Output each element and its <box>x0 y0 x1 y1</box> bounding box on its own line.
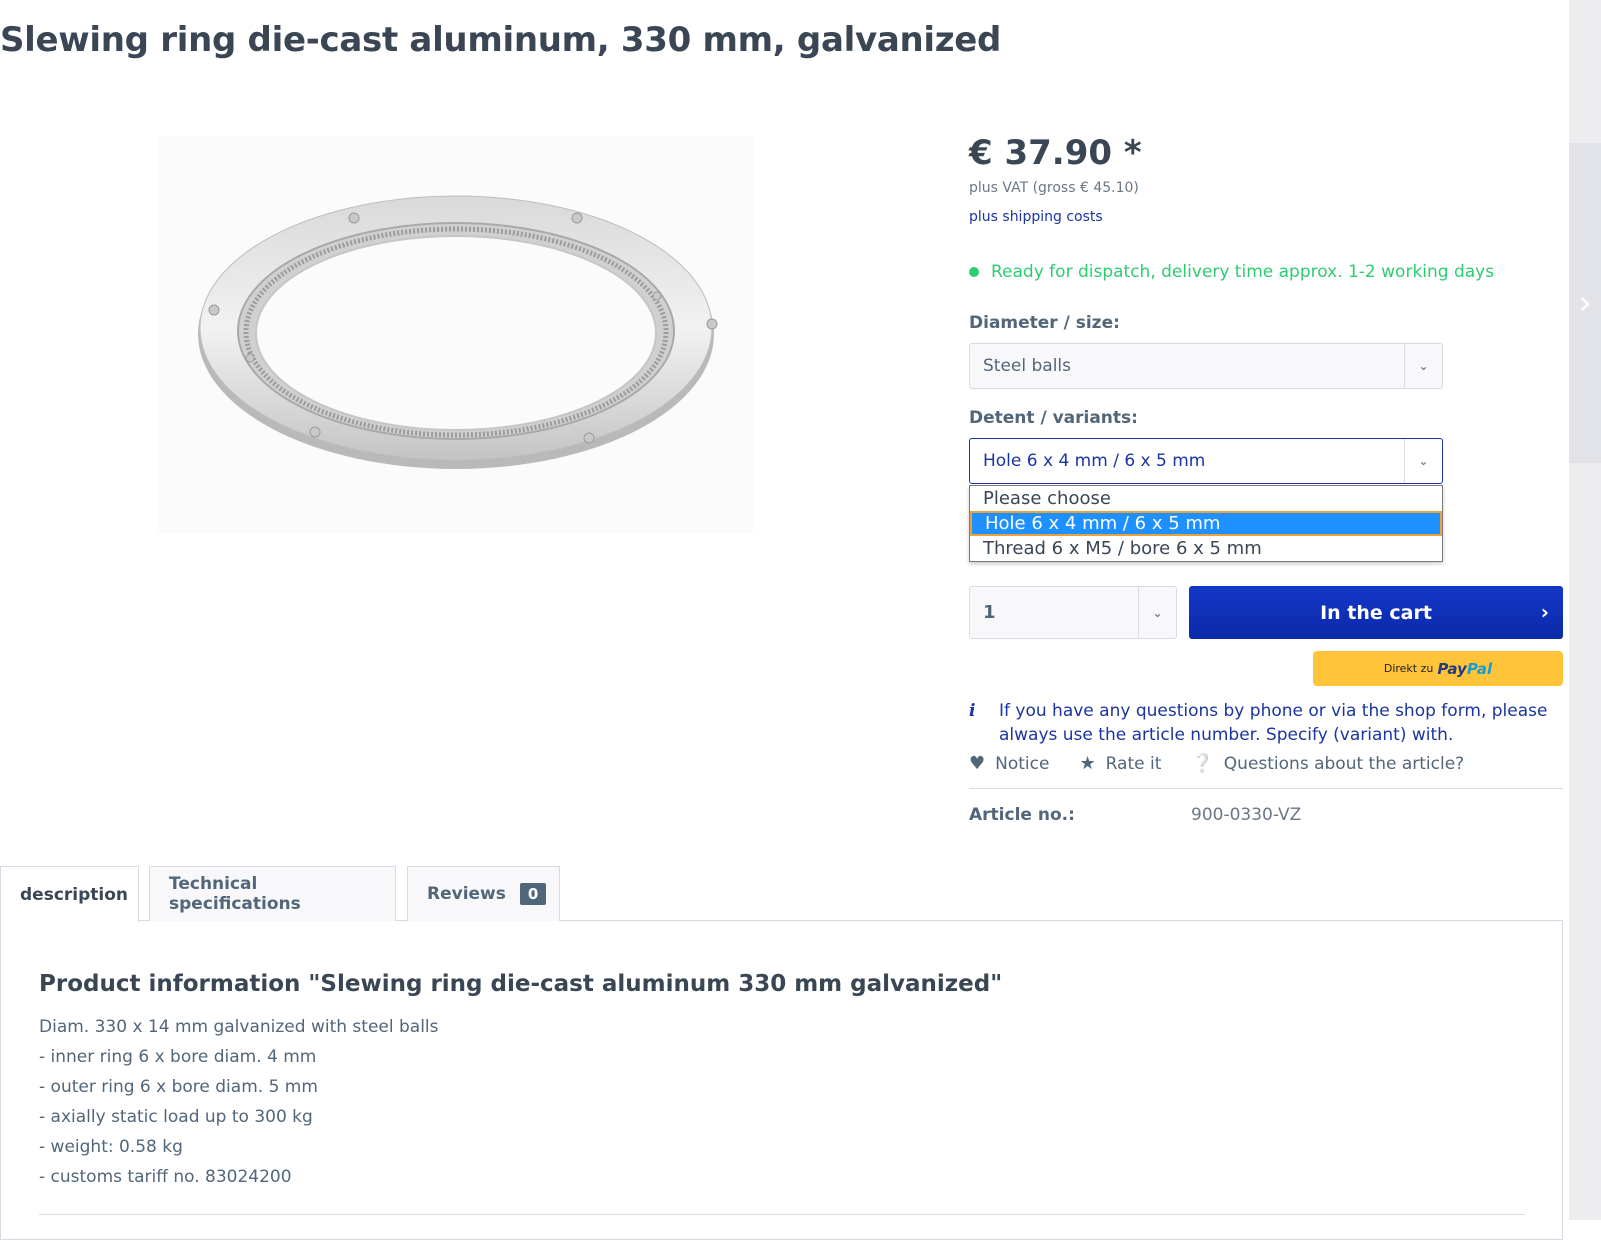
description-line: - weight: 0.58 kg <box>39 1137 183 1157</box>
paypal-logo-part: Pal <box>1466 659 1493 678</box>
rate-link[interactable]: ★ Rate it <box>1079 753 1161 774</box>
tab-label: Reviews <box>427 884 506 904</box>
info-icon: i <box>969 701 976 721</box>
description-heading: Product information "Slewing ring die-ca… <box>39 971 1003 997</box>
detent-label: Detent / variants: <box>969 408 1138 428</box>
next-product-button[interactable]: › <box>1569 143 1601 463</box>
questions-label: Questions about the article? <box>1223 753 1465 774</box>
article-number-info: i If you have any questions by phone or … <box>969 699 1549 747</box>
add-to-cart-label: In the cart <box>1320 601 1432 624</box>
availability-status: Ready for dispatch, delivery time approx… <box>969 262 1494 282</box>
diameter-select-value: Steel balls <box>983 356 1072 376</box>
description-line: - axially static load up to 300 kg <box>39 1107 313 1127</box>
tab-label: description <box>20 884 129 905</box>
tab-description[interactable]: description <box>0 866 139 922</box>
description-line: - outer ring 6 x bore diam. 5 mm <box>39 1077 318 1097</box>
paypal-logo-part: Pay <box>1437 659 1467 678</box>
detent-select-value: Hole 6 x 4 mm / 6 x 5 mm <box>983 451 1206 471</box>
diameter-select[interactable]: Steel balls ⌄ <box>969 343 1443 389</box>
description-line: - customs tariff no. 83024200 <box>39 1167 292 1187</box>
product-price: € 37.90 * <box>969 133 1142 173</box>
page-title: Slewing ring die-cast aluminum, 330 mm, … <box>0 20 1002 60</box>
dropdown-option-selected[interactable]: Hole 6 x 4 mm / 6 x 5 mm <box>970 511 1442 536</box>
star-icon: ★ <box>1079 753 1096 774</box>
paypal-express-button[interactable]: Direkt zu PayPal <box>1313 651 1563 686</box>
divider <box>39 1214 1525 1215</box>
vat-note: plus VAT (gross € 45.10) <box>969 180 1139 196</box>
article-number-label: Article no.: <box>969 805 1075 825</box>
description-text: Diam. 330 x 14 mm galvanized with steel … <box>39 1012 439 1192</box>
rate-label: Rate it <box>1105 753 1162 774</box>
heart-icon: ♥ <box>969 753 986 774</box>
dropdown-option[interactable]: Please choose <box>970 486 1442 511</box>
product-actions: ♥ Notice ★ Rate it ❔ Questions about the… <box>969 753 1464 774</box>
detent-select[interactable]: Hole 6 x 4 mm / 6 x 5 mm ⌄ <box>969 438 1443 484</box>
detent-dropdown-list: Please choose Hole 6 x 4 mm / 6 x 5 mm T… <box>969 485 1443 562</box>
description-line: Diam. 330 x 14 mm galvanized with steel … <box>39 1017 439 1037</box>
slewing-ring-image <box>198 195 718 469</box>
reviews-count-badge: 0 <box>519 883 547 905</box>
status-dot-icon <box>969 267 979 277</box>
diameter-label: Diameter / size: <box>969 313 1120 333</box>
chevron-down-icon: ⌄ <box>1404 344 1442 388</box>
chevron-right-icon: › <box>1578 283 1592 323</box>
shipping-costs-link[interactable]: plus shipping costs <box>969 209 1103 225</box>
quantity-value: 1 <box>983 602 996 623</box>
article-number-value: 900-0330-VZ <box>1191 805 1302 825</box>
paypal-logo: PayPal <box>1437 660 1492 678</box>
chevron-right-icon: › <box>1540 600 1549 624</box>
add-to-cart-button[interactable]: In the cart › <box>1189 586 1563 639</box>
info-text: If you have any questions by phone or vi… <box>999 701 1548 745</box>
divider <box>969 788 1563 789</box>
chevron-down-icon: ⌄ <box>1138 587 1176 638</box>
tab-technical-specifications[interactable]: Technical specifications <box>149 866 396 921</box>
chevron-down-icon: ⌄ <box>1404 439 1442 483</box>
tab-label: Technical specifications <box>169 874 301 914</box>
notice-label: Notice <box>995 753 1050 774</box>
tab-reviews[interactable]: Reviews 0 <box>407 866 560 921</box>
question-circle-icon: ❔ <box>1191 753 1214 774</box>
questions-link[interactable]: ❔ Questions about the article? <box>1191 753 1464 774</box>
quantity-select[interactable]: 1 ⌄ <box>969 586 1177 639</box>
notice-link[interactable]: ♥ Notice <box>969 753 1049 774</box>
paypal-prefix: Direkt zu <box>1383 662 1434 675</box>
description-line: - inner ring 6 x bore diam. 4 mm <box>39 1047 317 1067</box>
dropdown-option[interactable]: Thread 6 x M5 / bore 6 x 5 mm <box>970 536 1442 561</box>
availability-text: Ready for dispatch, delivery time approx… <box>991 262 1495 282</box>
product-image[interactable] <box>157 136 753 534</box>
